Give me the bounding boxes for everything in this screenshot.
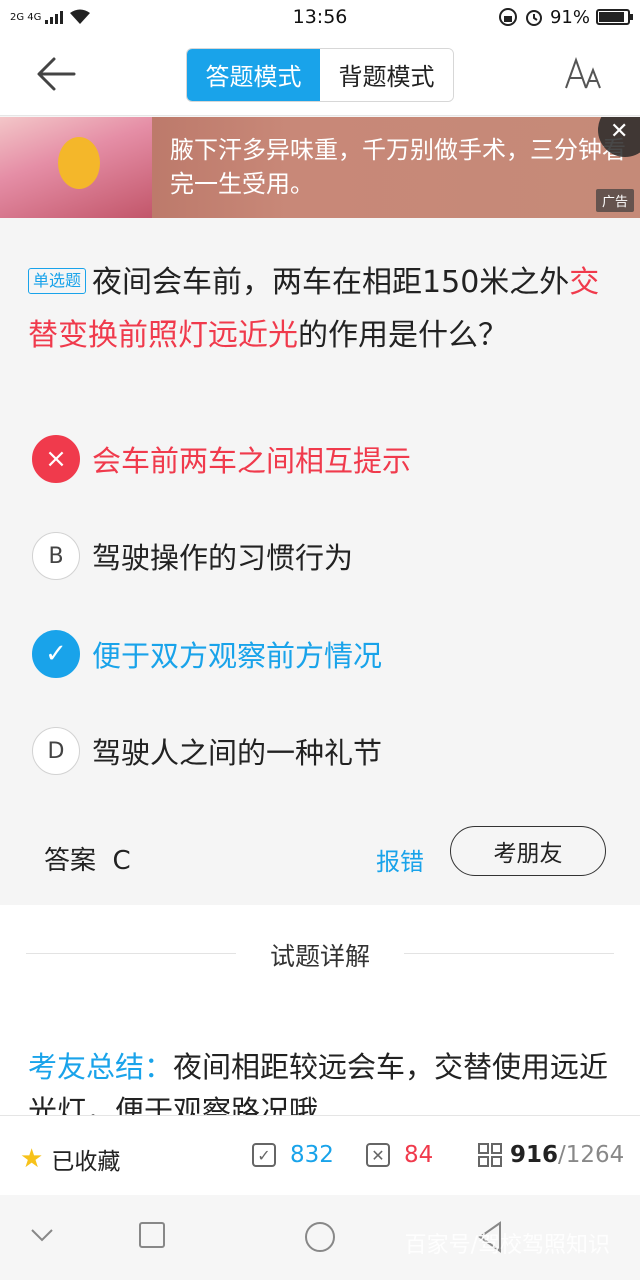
option-a[interactable]: × 会车前两车之间相互提示 [32,434,612,484]
option-d[interactable]: D 驾驶人之间的一种礼节 [32,726,612,776]
checkbox-check-icon: ✓ [252,1143,276,1167]
home-icon[interactable] [304,1221,336,1253]
battery-icon [596,9,633,25]
wrong-count[interactable]: ✕ 84 [366,1142,433,1168]
checkbox-cross-icon: ✕ [366,1143,390,1167]
test-friend-button[interactable]: 考朋友 [450,826,606,876]
explanation-prefix: 考友总结： [28,1050,174,1084]
lemon-illustration [58,137,100,189]
tab-recite-mode[interactable]: 背题模式 [320,48,453,101]
option-d-letter: D [32,727,80,775]
back-arrow-icon[interactable] [34,54,78,94]
network-indicator: 2G 4G [10,9,91,25]
check-mark-icon: ✓ [32,630,80,678]
status-bar: 2G 4G 13:56 91% [0,0,640,34]
question-text-after: 的作用是什么？ [298,318,508,353]
wrong-mark-icon: × [32,435,80,483]
bottom-toolbar: ★ 已收藏 ✓ 832 ✕ 84 916/1264 [0,1115,640,1195]
option-c[interactable]: ✓ 便于双方观察前方情况 [32,629,612,679]
tab-answer-mode[interactable]: 答题模式 [187,48,320,101]
option-b-letter: B [32,532,80,580]
lock-rotation-icon [498,8,517,26]
signal-icon [45,11,64,24]
wifi-icon [70,9,91,24]
ad-badge: 广告 [595,189,634,212]
font-size-icon[interactable] [564,56,604,92]
favorite-button[interactable]: ★ 已收藏 [20,1142,120,1176]
question-type-badge: 单选题 [28,268,87,294]
progress-indicator[interactable]: 916/1264 [478,1142,624,1168]
grid-icon [478,1143,502,1167]
status-right: 91% [498,6,633,28]
network-label: 2G 4G [10,11,42,23]
ad-text: 腋下汗多异味重，千万别做手术，三分钟看完一生受用。 [170,136,626,198]
correct-count[interactable]: ✓ 832 [252,1142,334,1168]
question-text: 单选题 夜间会车前，两车在相距150米之外交替变换前照灯远近光的作用是什么？ [28,256,618,362]
watermark: 百家号/驾校驾照知识 [404,1233,610,1258]
chevron-down-icon[interactable] [30,1227,54,1243]
wrong-count-value: 84 [404,1142,434,1168]
correct-count-value: 832 [290,1142,334,1168]
progress-done: 916 [510,1142,559,1168]
system-nav-bar: 百家号/驾校驾照知识 [0,1195,640,1280]
star-icon: ★ [20,1144,44,1174]
alarm-icon [525,10,542,26]
question-area: 单选题 夜间会车前，两车在相距150米之外交替变换前照灯远近光的作用是什么？ × … [0,218,640,903]
option-d-text: 驾驶人之间的一种礼节 [92,736,383,770]
recent-apps-icon[interactable] [138,1221,166,1249]
favorite-label: 已收藏 [51,1149,121,1175]
option-b-text: 驾驶操作的习惯行为 [92,541,354,575]
header: 答题模式 背题模式 [0,34,640,116]
option-c-text: 便于双方观察前方情况 [92,639,383,673]
progress-total: /1264 [558,1142,625,1168]
explanation-section: 试题详解 考友总结：夜间相距较远会车，交替使用远近光灯，便于观察路况哦 [0,905,640,1115]
option-b[interactable]: B 驾驶操作的习惯行为 [32,531,612,581]
report-error-link[interactable]: 报错 [376,842,424,877]
question-text-before: 夜间会车前，两车在相距150米之外 [92,265,570,300]
battery-percent: 91% [549,6,590,28]
ad-banner[interactable]: 腋下汗多异味重，千万别做手术，三分钟看完一生受用。 ✕ 广告 [0,117,640,218]
close-icon: ✕ [610,119,629,144]
ad-image [0,117,152,218]
explanation-title: 试题详解 [269,942,370,971]
answer-label: 答案 C [44,846,131,876]
answer-row: 答案 C 报错 考朋友 [0,826,640,886]
option-a-text: 会车前两车之间相互提示 [92,444,412,478]
explanation-body: 考友总结：夜间相距较远会车，交替使用远近光灯，便于观察路况哦 [28,1045,618,1115]
mode-switch: 答题模式 背题模式 [186,47,454,102]
